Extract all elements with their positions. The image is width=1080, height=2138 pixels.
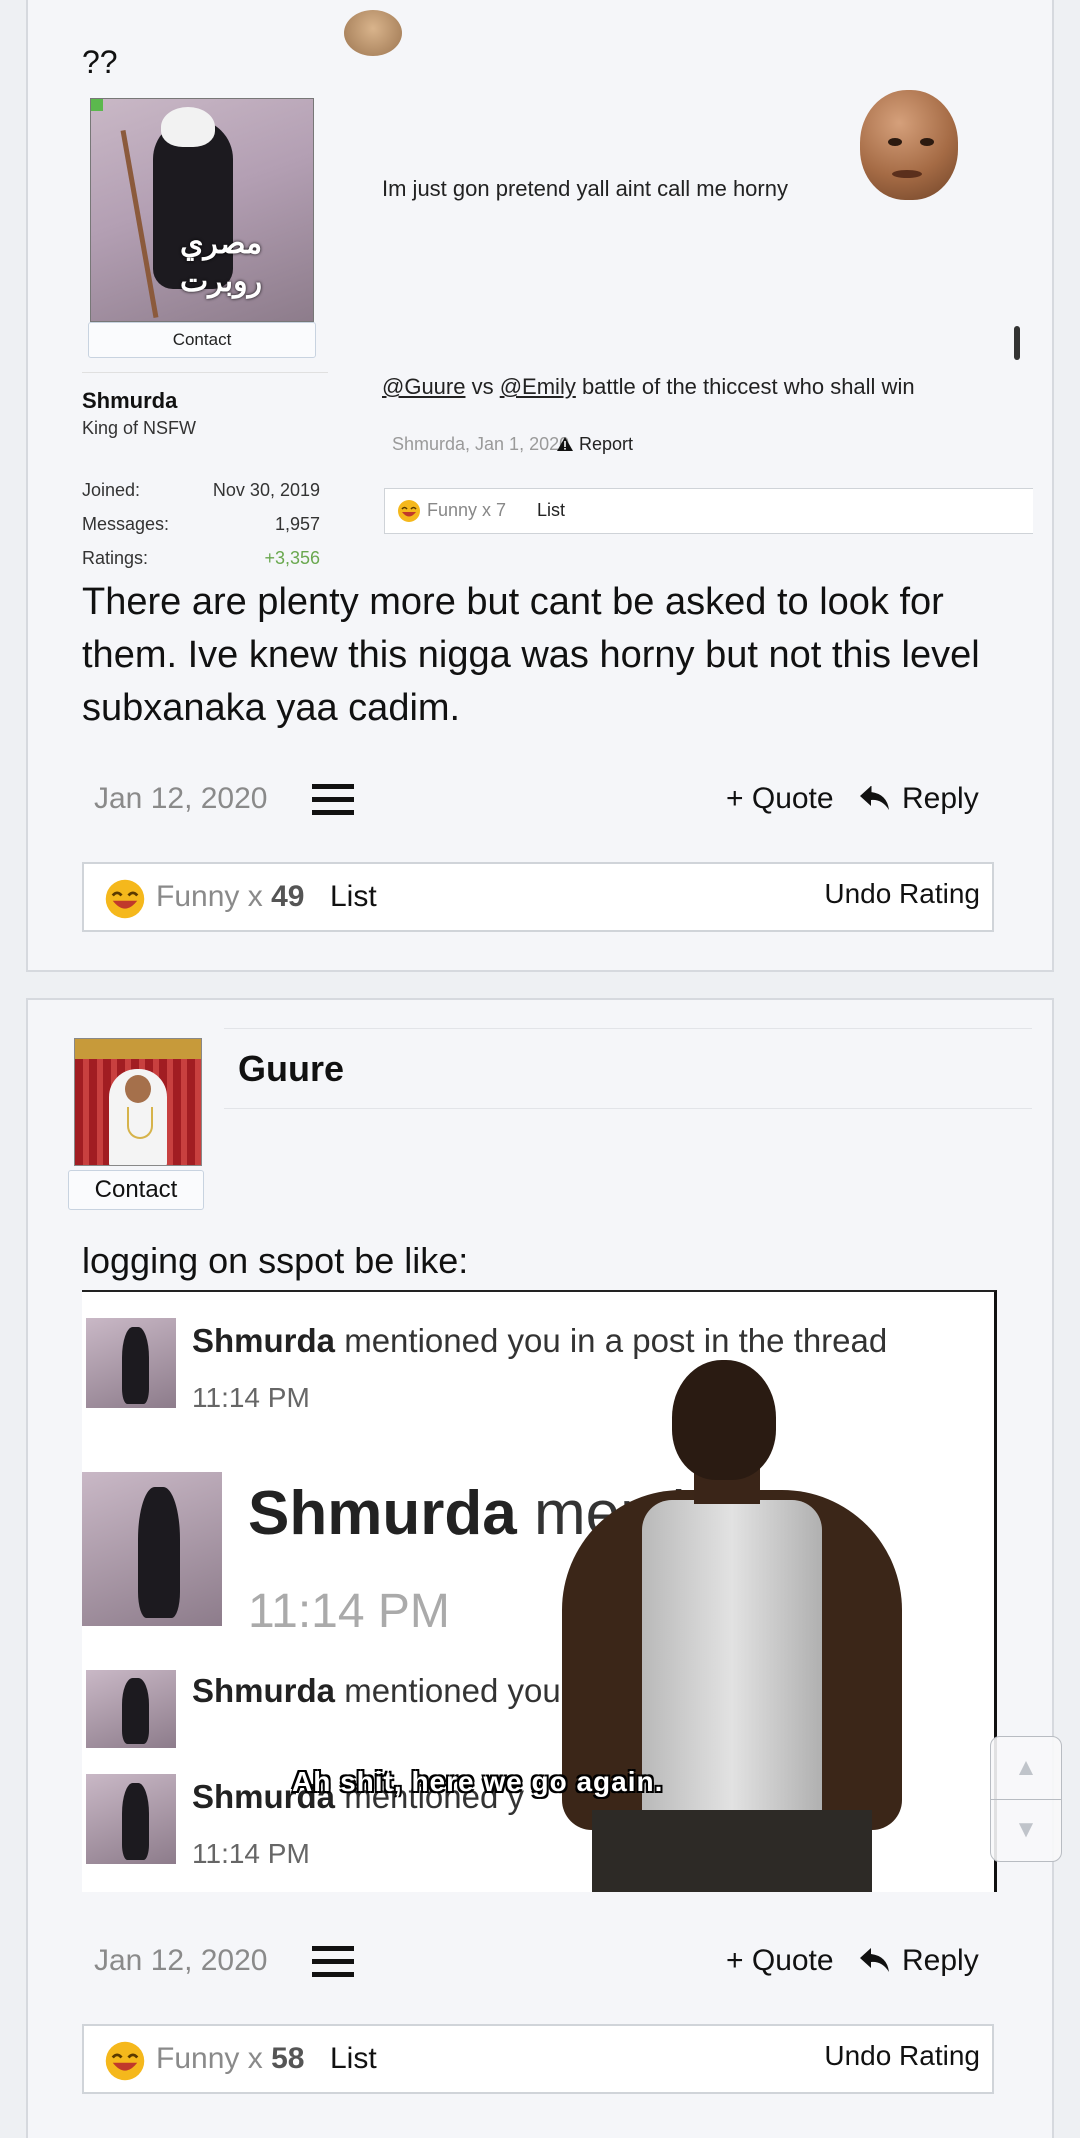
quoted-screenshot: ?? مصري روبرت Contact Shmurda King of NS… — [82, 10, 1033, 580]
stat-label: Joined: — [82, 480, 141, 500]
stat-value: +3,356 — [264, 548, 320, 568]
hamburger-icon[interactable] — [312, 1946, 354, 1978]
divider — [224, 1028, 1032, 1029]
quoted-user-title: King of NSFW — [82, 418, 197, 438]
face-eye — [888, 138, 902, 146]
avatar-curtain-top — [75, 1039, 201, 1059]
face-head — [860, 90, 958, 200]
funny-label: Funny x — [156, 2042, 272, 2075]
stat-joined: Joined: Nov 30, 2019 — [82, 480, 320, 501]
stat-label: Ratings: — [82, 548, 149, 568]
cut-off-avatar — [1014, 326, 1020, 360]
rating-list-link[interactable]: List — [330, 880, 377, 914]
notification-time: 11:14 PM — [192, 1838, 310, 1869]
divider — [224, 1108, 1032, 1109]
notification-time: 11:14 PM — [248, 1585, 450, 1638]
user-avatar[interactable] — [74, 1038, 202, 1166]
cj-character — [552, 1360, 972, 1892]
post-guure: Contact Guure logging on sspot be like: … — [26, 998, 1062, 2138]
quoted-user-avatar: مصري روبرت — [90, 98, 314, 322]
funny-count: 58 — [271, 2042, 305, 2075]
post-body: There are plenty more but cant be asked … — [82, 581, 980, 729]
text-fragment: battle of the thiccest who shall win — [575, 374, 915, 399]
mention-link: @Guure — [382, 374, 466, 399]
notification-text: Shmurda mentioned you — [192, 1672, 561, 1710]
notification-thumb — [86, 1318, 176, 1408]
funny-rating: Funny x 49 — [156, 880, 304, 914]
funny-rating: Funny x 58 — [156, 2042, 304, 2076]
notif-name: Shmurda — [248, 1479, 517, 1548]
notif-rest: mentioned you — [335, 1672, 561, 1709]
reply-label: Reply — [902, 782, 979, 815]
scroll-up-icon[interactable]: ▲ — [991, 1737, 1061, 1800]
stat-messages: Messages: 1,957 — [82, 514, 320, 535]
laughing-emoji-icon — [398, 500, 420, 522]
online-indicator — [91, 99, 103, 111]
quote-button[interactable]: + Quote — [726, 1944, 834, 1978]
post-body: logging on sspot be like: — [82, 1240, 469, 1281]
cj-pants — [592, 1810, 872, 1892]
cj-tanktop — [642, 1500, 822, 1840]
text-fragment: vs — [465, 374, 500, 399]
contact-button[interactable]: Contact — [68, 1170, 204, 1210]
avatar-face — [125, 1075, 151, 1103]
funny-label: Funny x — [156, 880, 272, 913]
cj-head — [672, 1360, 776, 1480]
notif-name: Shmurda — [192, 1672, 336, 1709]
post-date[interactable]: Jan 12, 2020 — [94, 782, 267, 816]
avatar-arabic-caption: مصري روبرت — [179, 227, 263, 298]
funny-count: 49 — [271, 880, 305, 913]
stat-label: Messages: — [82, 514, 170, 534]
face-mouth — [892, 170, 922, 178]
undo-rating-link[interactable]: Undo Rating — [824, 2040, 980, 2072]
quoted-message-2: @Guure vs @Emily battle of the thiccest … — [382, 374, 915, 400]
quoted-rating-bar: Funny x 7 List — [384, 488, 1033, 534]
notif-rest: mentioned you in a post in the thread — [335, 1322, 888, 1359]
laughing-emoji-icon — [105, 2041, 145, 2081]
reply-arrow-icon — [860, 786, 889, 810]
post-shmurda-quote: ?? مصري روبرت Contact Shmurda King of NS… — [26, 0, 1054, 972]
notification-time: 11:14 PM — [192, 1382, 310, 1413]
stat-ratings: Ratings: +3,356 — [82, 548, 320, 569]
quoted-username: Shmurda — [82, 388, 178, 413]
notification-thumb — [86, 1774, 176, 1864]
notification-text: Shmurda mentioned you in a post in the t… — [192, 1322, 887, 1360]
face-eye — [920, 138, 934, 146]
quoted-contact-button: Contact — [88, 322, 316, 358]
avatar-turban — [161, 107, 215, 147]
notification-thumb — [82, 1472, 222, 1626]
warning-icon — [557, 437, 573, 451]
quoted-meta: Shmurda, Jan 1, 2020 — [392, 434, 570, 454]
reply-label: Reply — [902, 1944, 979, 1977]
funny-count: Funny x 7 — [427, 500, 507, 520]
quote-button[interactable]: + Quote — [726, 782, 834, 816]
username[interactable]: Guure — [238, 1048, 344, 1090]
rating-list-link[interactable]: List — [330, 2042, 377, 2076]
list-label: List — [537, 500, 566, 520]
quoted-question-marks: ?? — [82, 44, 118, 80]
report-label: Report — [579, 434, 634, 454]
notif-name: Shmurda — [192, 1322, 336, 1359]
hamburger-icon[interactable] — [312, 784, 354, 816]
avatar-chain — [127, 1107, 153, 1139]
quoted-message-1: Im just gon pretend yall aint call me ho… — [382, 176, 788, 201]
undo-rating-link[interactable]: Undo Rating — [824, 878, 980, 910]
divider — [82, 372, 328, 373]
meme-caption: Ah shit, here we go again. — [292, 1766, 664, 1797]
stat-value: 1,957 — [274, 514, 320, 534]
notification-thumb — [86, 1670, 176, 1748]
quoted-top-avatar — [344, 10, 402, 56]
meme-image: Shmurda mentioned you in a post in the t… — [82, 1290, 997, 1892]
scroll-down-icon[interactable]: ▼ — [991, 1799, 1061, 1861]
reply-arrow-icon — [860, 1948, 889, 1972]
laughing-emoji-icon — [105, 879, 145, 919]
scroll-control[interactable]: ▲ ▼ — [990, 1736, 1062, 1862]
stat-value: Nov 30, 2019 — [212, 480, 320, 500]
quoted-report: Report — [556, 434, 633, 455]
mention-link: @Emily — [499, 374, 576, 399]
smirk-face-image — [854, 90, 962, 202]
rating-bar: Funny x 58 List Undo Rating — [82, 2024, 994, 2094]
rating-bar: Funny x 49 List Undo Rating — [82, 862, 994, 932]
post-date[interactable]: Jan 12, 2020 — [94, 1944, 267, 1978]
